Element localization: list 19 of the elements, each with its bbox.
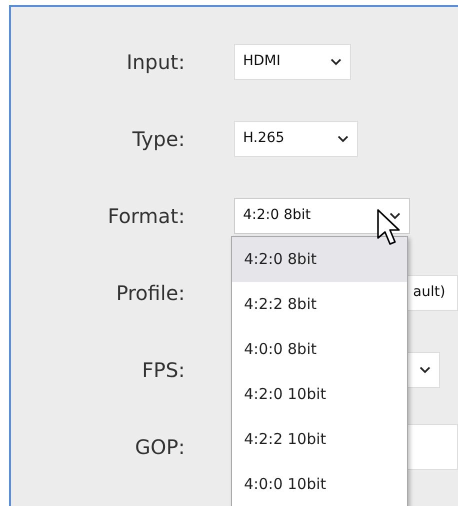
dropdown-option[interactable]: 4:0:0 8bit <box>232 327 407 372</box>
dropdown-select[interactable]: HDMI <box>234 44 351 80</box>
chevron-down-icon <box>330 58 342 66</box>
field-label: FPS: <box>141 356 185 384</box>
chevron-down-icon <box>389 212 401 220</box>
dropdown-option[interactable]: 4:2:2 10bit <box>232 417 407 462</box>
dropdown-option[interactable]: 4:2:0 8bit <box>232 237 407 282</box>
chevron-down-icon <box>419 366 431 374</box>
chevron-down-icon <box>337 134 349 142</box>
field-label: Input: <box>125 48 185 76</box>
field-label: Type: <box>131 126 185 152</box>
field-label: Format: <box>106 202 185 230</box>
field-label: Profile: <box>115 280 185 306</box>
field-label: GOP: <box>134 434 185 460</box>
dropdown-select[interactable]: H.265 <box>234 120 358 156</box>
dropdown-option[interactable]: 4:0:0 10bit <box>232 462 407 506</box>
dropdown-select[interactable]: 4:2:0 8bit <box>234 198 410 234</box>
dropdown-option[interactable]: 4:2:2 8bit <box>232 282 407 327</box>
dropdown-option[interactable]: 4:2:0 10bit <box>232 372 407 417</box>
